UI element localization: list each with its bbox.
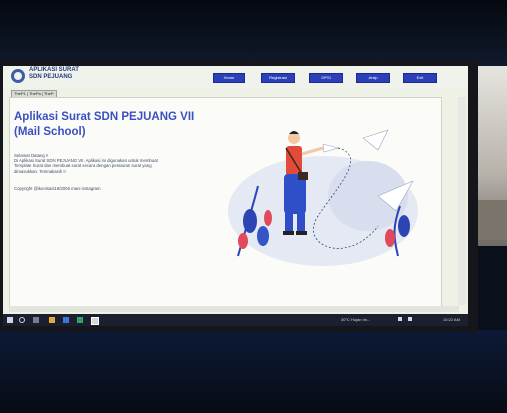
- start-icon[interactable]: [7, 317, 13, 323]
- nav-arsip-button[interactable]: Arsip: [356, 73, 390, 83]
- app-title: APLIKASI SURAT SDN PEJUANG: [29, 67, 79, 80]
- windows-taskbar: 30°C Hujan rin... 10:22 AM: [3, 314, 468, 326]
- browser-icon[interactable]: [63, 317, 69, 323]
- nav-registrasi-button[interactable]: Registrasi: [261, 73, 295, 83]
- school-logo-icon: [11, 69, 25, 83]
- welcome-text: Selamat Datang !! Di Aplikasi Surat SDN …: [14, 153, 158, 174]
- horizontal-scrollbar[interactable]: [9, 306, 459, 312]
- page-title: Aplikasi Surat SDN PEJUANG VII (Mail Sch…: [14, 111, 195, 138]
- clock[interactable]: 10:22 AM: [443, 316, 460, 324]
- active-app-icon[interactable]: [91, 317, 99, 325]
- weather-status[interactable]: 30°C Hujan rin...: [341, 316, 370, 324]
- task-view-icon[interactable]: [33, 317, 39, 323]
- volume-icon[interactable]: [408, 317, 412, 321]
- app-header: APLIKASI SURAT SDN PEJUANG Home Registra…: [3, 66, 468, 88]
- nav-exit-button[interactable]: Exit: [403, 73, 437, 83]
- app-icon[interactable]: [77, 317, 83, 323]
- vertical-scrollbar[interactable]: [458, 97, 466, 305]
- network-icon[interactable]: [398, 317, 402, 321]
- search-icon[interactable]: [19, 317, 25, 323]
- file-explorer-icon[interactable]: [49, 317, 55, 323]
- nav-opsi-button[interactable]: OPSI: [309, 73, 343, 83]
- background-bottom: [0, 330, 507, 413]
- app-window: APLIKASI SURAT SDN PEJUANG Home Registra…: [3, 66, 468, 314]
- nav-home-button[interactable]: Home: [213, 73, 245, 83]
- mail-illustration: [228, 129, 418, 266]
- background-top: [0, 0, 507, 66]
- copyright-text: Copyright @ikonisasi19/2006 mani instagr…: [14, 186, 101, 191]
